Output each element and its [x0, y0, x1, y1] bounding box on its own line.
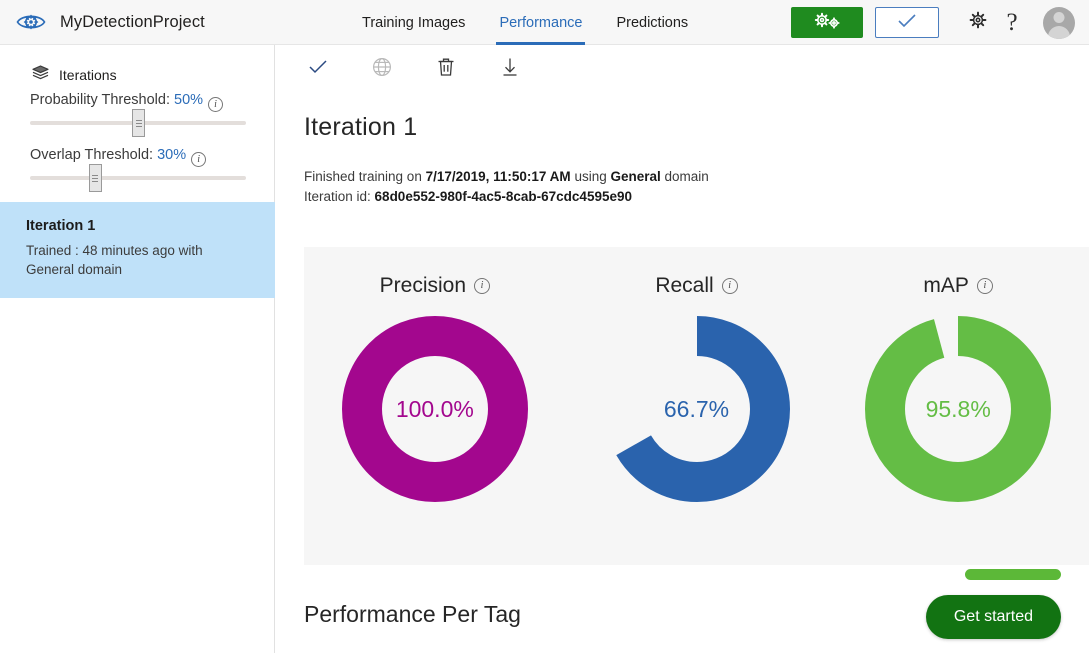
checkmark-icon	[307, 59, 329, 80]
iteration-card-subtitle: Trained : 48 minutes ago with General do…	[26, 243, 203, 277]
iteration-toolbar	[276, 45, 1089, 93]
tab-label: Training Images	[362, 14, 466, 31]
meta-mid: using	[570, 169, 611, 184]
main-content: Iteration 1 Finished training on 7/17/20…	[276, 45, 1089, 653]
iteration-meta-line-2: Iteration id: 68d0e552-980f-4ac5-8cab-67…	[304, 187, 1089, 207]
info-icon[interactable]: i	[474, 278, 491, 294]
iteration-meta-line-1: Finished training on 7/17/2019, 11:50:17…	[304, 167, 1089, 187]
sidebar: Iterations Probability Threshold: 50% i O…	[0, 45, 275, 653]
double-gear-icon	[810, 11, 844, 34]
overlap-threshold-value: 30%	[157, 147, 187, 163]
help-button[interactable]: ?	[995, 6, 1029, 40]
overlap-threshold-label-text: Overlap Threshold:	[30, 147, 158, 163]
meta-date: 7/17/2019, 11:50:17 AM	[425, 169, 571, 184]
map-donut-chart: 95.8%	[865, 316, 1052, 502]
metrics-panel: Precision i 100.0% Recall i 66.7% mAP i …	[304, 247, 1089, 565]
delete-iteration-button[interactable]	[414, 47, 478, 91]
download-icon	[501, 57, 519, 82]
metric-label: Recall i	[655, 274, 738, 298]
tab-label: Predictions	[616, 14, 689, 31]
progress-pill	[965, 569, 1061, 580]
metric-title: Recall	[655, 274, 714, 297]
recall-donut-chart: 66.7%	[603, 316, 790, 502]
project-title: MyDetectionProject	[60, 12, 205, 31]
metric-label: Precision i	[379, 274, 491, 298]
tab-training-images[interactable]: Training Images	[345, 0, 482, 45]
meta-suffix: domain	[660, 169, 709, 184]
threshold-sliders: Probability Threshold: 50% i Overlap Thre…	[0, 92, 274, 192]
recall-value: 66.7%	[663, 395, 730, 422]
metric-title: mAP	[923, 274, 969, 297]
settings-button[interactable]	[961, 6, 995, 40]
tab-predictions[interactable]: Predictions	[599, 0, 705, 45]
metric-recall: Recall i 66.7%	[566, 247, 828, 565]
probability-threshold-label-text: Probability Threshold:	[30, 92, 175, 108]
probability-threshold-handle[interactable]	[132, 109, 145, 137]
performance-per-tag-title: Performance Per Tag	[304, 601, 521, 627]
checkmark-icon	[897, 13, 917, 32]
precision-value: 100.0%	[395, 395, 474, 422]
page-title: Iteration 1	[304, 113, 418, 141]
meta-prefix: Finished training on	[304, 169, 426, 184]
map-value: 95.8%	[925, 395, 991, 422]
metric-precision: Precision i 100.0%	[304, 247, 566, 565]
probability-threshold-slider[interactable]	[30, 109, 246, 137]
info-icon[interactable]: i	[191, 152, 207, 167]
probability-threshold-value: 50%	[174, 92, 204, 108]
train-button[interactable]	[791, 7, 863, 38]
publish-iteration-button[interactable]	[350, 47, 414, 91]
sidebar-section-label: Iterations	[59, 67, 117, 83]
metric-map: mAP i 95.8%	[827, 247, 1089, 565]
tab-performance[interactable]: Performance	[482, 0, 599, 45]
set-default-iteration-button[interactable]	[286, 47, 350, 91]
info-icon[interactable]: i	[721, 278, 738, 294]
header-actions: ?	[791, 0, 1081, 45]
iteration-meta: Finished training on 7/17/2019, 11:50:17…	[276, 142, 1089, 207]
meta-iteration-id: 68d0e552-980f-4ac5-8cab-67cdc4595e90	[374, 189, 632, 204]
meta-domain: General	[610, 169, 661, 184]
gear-icon	[967, 9, 989, 36]
precision-donut-chart: 100.0%	[341, 316, 528, 502]
layers-icon	[32, 65, 49, 85]
tab-label: Performance	[499, 14, 583, 31]
overlap-threshold-label: Overlap Threshold: 30% i	[30, 147, 246, 167]
info-icon[interactable]: i	[976, 278, 993, 294]
user-avatar[interactable]	[1043, 6, 1075, 39]
eye-gear-icon	[14, 9, 48, 35]
trash-icon	[437, 57, 455, 82]
globe-icon	[372, 57, 392, 82]
overlap-threshold-slider[interactable]	[30, 164, 246, 192]
sidebar-section-iterations: Iterations	[0, 58, 274, 92]
quick-test-button[interactable]	[875, 7, 939, 38]
app-window: MyDetectionProject Training Images Perfo…	[0, 0, 1089, 653]
question-mark-icon: ?	[1006, 9, 1018, 36]
overlap-threshold-handle[interactable]	[88, 164, 102, 192]
iteration-card-title: Iteration 1	[26, 218, 96, 234]
meta-id-prefix: Iteration id:	[304, 189, 375, 204]
sidebar-item-iteration-1[interactable]: Iteration 1 Trained : 48 minutes ago wit…	[0, 202, 275, 298]
info-icon[interactable]: i	[208, 97, 224, 112]
get-started-button[interactable]: Get started	[925, 595, 1061, 639]
top-header: MyDetectionProject Training Images Perfo…	[0, 0, 1089, 45]
main-nav: Training Images Performance Predictions	[345, 0, 705, 45]
export-iteration-button[interactable]	[478, 47, 542, 91]
metric-title: Precision	[379, 274, 467, 297]
metric-label: mAP i	[923, 274, 993, 298]
brand[interactable]: MyDetectionProject	[14, 9, 205, 35]
